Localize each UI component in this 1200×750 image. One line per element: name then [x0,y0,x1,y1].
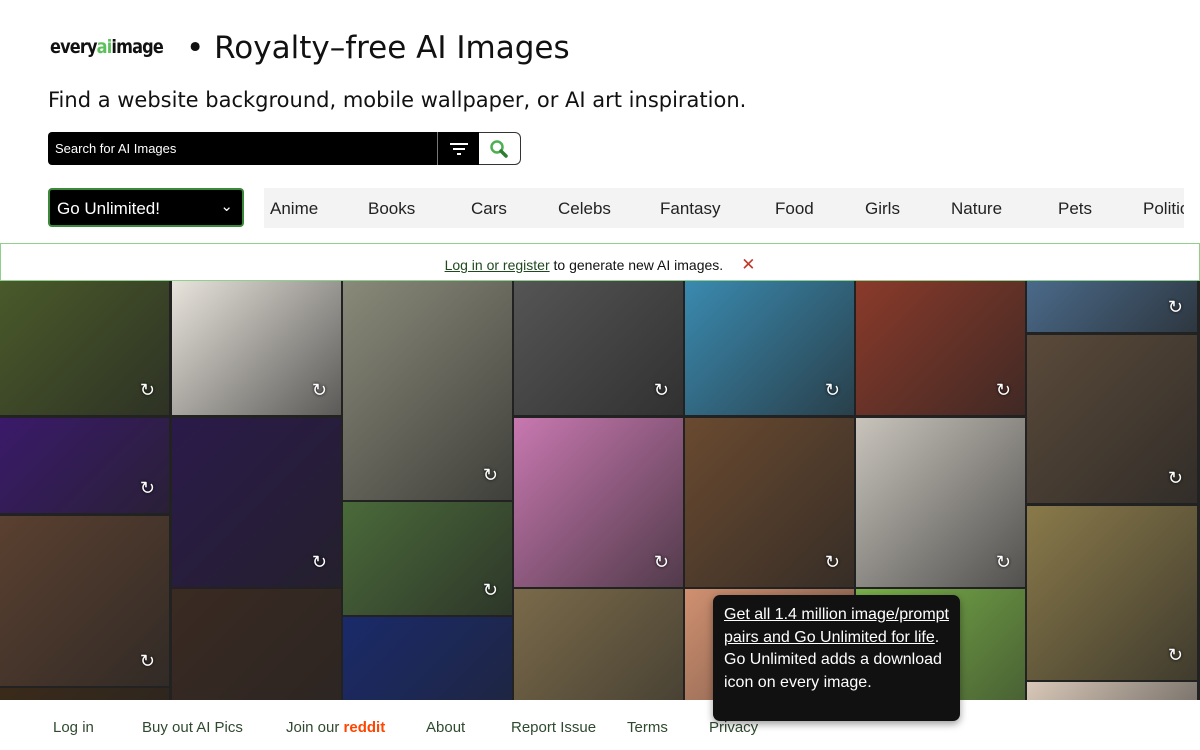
category-anime[interactable]: Anime [270,199,318,219]
close-icon[interactable]: ✕ [741,255,755,274]
category-politics[interactable]: Politics [1143,199,1184,219]
category-pets[interactable]: Pets [1058,199,1092,219]
filter-icon [450,143,468,155]
gallery-image[interactable]: ↻ [685,281,854,415]
refresh-icon[interactable]: ↻ [312,380,327,401]
chevron-down-icon: ⌄ [220,198,233,215]
category-girls[interactable]: Girls [865,199,900,219]
gallery-image[interactable]: ↻ [0,688,169,700]
logo[interactable]: everyaiimage [50,36,164,58]
gallery-image[interactable]: ↻ [1027,682,1197,700]
refresh-icon[interactable]: ↻ [996,552,1011,573]
refresh-icon[interactable]: ↻ [1168,645,1183,666]
login-register-link[interactable]: Log in or register [445,257,550,273]
gallery-image[interactable]: ↻ [172,418,341,587]
gallery-image[interactable]: ↻ [856,418,1025,587]
search-icon [490,140,508,158]
refresh-icon[interactable]: ↻ [996,380,1011,401]
footer-link[interactable]: Join our reddit [286,719,385,736]
filter-button[interactable] [437,132,479,165]
footer-link-label: Log in [53,719,94,736]
gallery-image[interactable]: ↻ [343,617,512,700]
refresh-icon[interactable]: ↻ [140,651,155,672]
footer-link[interactable]: Log in [53,719,94,736]
refresh-icon[interactable]: ↻ [825,552,840,573]
logo-text: every [50,36,98,58]
gallery-image[interactable]: ↻ [172,589,341,700]
gallery-image[interactable]: ↻ [0,418,169,513]
footer-link[interactable]: Terms [627,719,668,736]
category-celebs[interactable]: Celebs [558,199,611,219]
gallery-image[interactable]: ↻ [856,281,1025,415]
footer-link-label: Join our [286,719,344,736]
footer-link-label: Privacy [709,719,759,736]
refresh-icon[interactable]: ↻ [140,478,155,499]
go-unlimited-link[interactable]: Get all 1.4 million image/prompt pairs a… [724,606,949,646]
footer-link-label: About [426,719,466,736]
gallery-image[interactable]: ↻ [172,281,341,415]
footer-link[interactable]: About [426,719,465,736]
refresh-icon[interactable]: ↻ [654,380,669,401]
reddit-link[interactable]: reddit [344,719,386,736]
category-food[interactable]: Food [775,199,814,219]
gallery-image[interactable]: ↻ [514,418,683,587]
banner-text: to generate new AI images. [549,257,724,273]
footer-link-label: Buy out AI Pics [142,719,243,736]
refresh-icon[interactable]: ↻ [312,552,327,573]
footer-link[interactable]: Privacy [709,719,758,736]
gallery-image[interactable]: ↻ [1027,335,1197,503]
gallery-image[interactable]: ↻ [1027,506,1197,680]
image-gallery: ↻↻↻↻↻↻↻↻↻↻↻↻↻↻↻↻↻↻↻↻↻↻↻ [0,281,1200,700]
refresh-icon[interactable]: ↻ [825,380,840,401]
category-nature[interactable]: Nature [951,199,1002,219]
footer-link-label: Terms [627,719,668,736]
tooltip: Get all 1.4 million image/prompt pairs a… [713,595,960,721]
go-unlimited-dropdown[interactable]: Go Unlimited! ⌄ [48,188,244,227]
logo-text: image [111,36,163,58]
go-unlimited-label: Go Unlimited! [57,199,160,218]
refresh-icon[interactable]: ↻ [483,465,498,486]
footer-link[interactable]: Buy out AI Pics [142,719,243,736]
category-cars[interactable]: Cars [471,199,507,219]
page-subtitle: Find a website background, mobile wallpa… [48,88,747,112]
refresh-icon[interactable]: ↻ [140,380,155,401]
search-button[interactable] [479,132,521,165]
refresh-icon[interactable]: ↻ [483,580,498,601]
category-bar: Anime Books Cars Celebs Fantasy Food Girls Natu… [264,188,1184,228]
login-banner: Log in or register to generate new AI im… [0,243,1200,281]
gallery-image[interactable]: ↻ [343,502,512,615]
search-input[interactable] [48,132,437,165]
footer-link-label: Report Issue [511,719,597,736]
footer: Log in Buy out AI Pics Join our reddit Abou… [0,700,1200,750]
gallery-image[interactable]: ↻ [0,516,169,686]
gallery-image[interactable]: ↻ [343,281,512,500]
page-title: • Royalty–free AI Images [186,30,570,66]
gallery-image[interactable]: ↻ [685,418,854,587]
refresh-icon[interactable]: ↻ [1168,297,1183,318]
logo-ai: ai [96,36,113,58]
category-fantasy[interactable]: Fantasy [660,199,720,219]
gallery-image[interactable]: ↻ [1027,281,1197,332]
refresh-icon[interactable]: ↻ [654,552,669,573]
gallery-image[interactable]: ↻ [514,589,683,700]
gallery-image[interactable]: ↻ [514,281,683,415]
refresh-icon[interactable]: ↻ [1168,468,1183,489]
footer-link[interactable]: Report Issue [511,719,596,736]
category-books[interactable]: Books [368,199,415,219]
gallery-image[interactable]: ↻ [0,281,169,415]
